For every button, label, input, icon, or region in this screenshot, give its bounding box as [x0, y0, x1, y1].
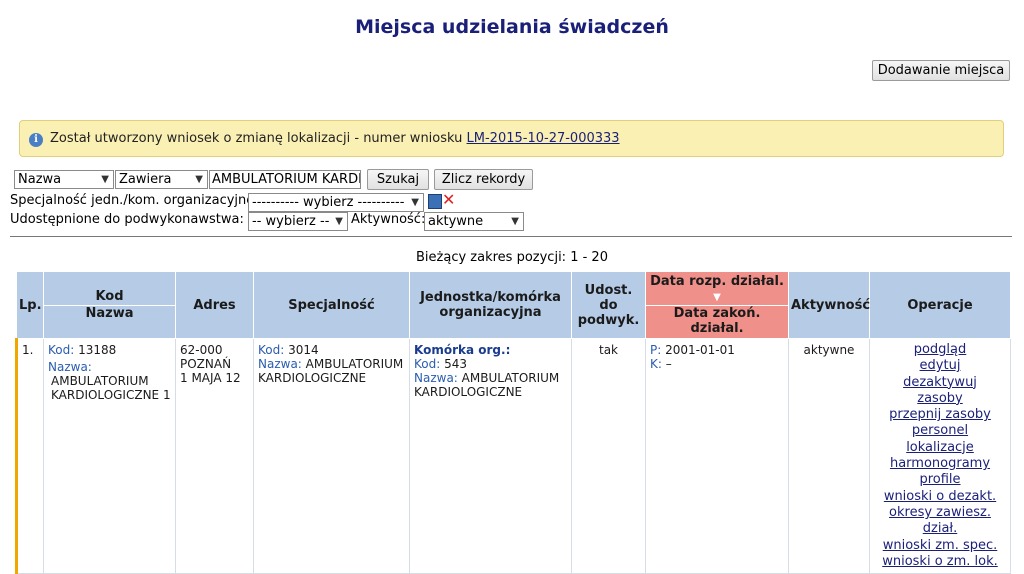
subcontract-select-value: -- wybierz -- [252, 214, 330, 229]
activity-label: Aktywność: [351, 212, 426, 227]
header-operacje: Operacje [869, 271, 1011, 339]
cell-udost: tak [571, 337, 646, 574]
op-wnioski-zm-lok-link[interactable]: wnioski o zm. lok. [872, 554, 1008, 570]
range-info: Bieżący zakres pozycji: 1 - 20 [416, 250, 608, 265]
sort-down-icon: ▼ [713, 292, 721, 303]
header-udost[interactable]: Udost. do podwyk. [571, 271, 646, 339]
table-row: 1. Kod: 13188 Nazwa: AMBULATORIUM KARDIO… [15, 337, 1011, 574]
chevron-down-icon: ▼ [195, 174, 203, 185]
header-lp: Lp. [16, 271, 44, 339]
divider [10, 236, 1012, 237]
subcontract-label: Udostępnione do podwykonawstwa: [10, 212, 244, 227]
header-nazwa: Nazwa [44, 305, 175, 321]
specialty-label: Specjalność jedn./kom. organizacyjnej: [10, 193, 263, 208]
chevron-down-icon: ▼ [101, 174, 109, 185]
cell-specjalnosc: Kod: 3014 Nazwa: AMBULATORIUM KARDIOLOGI… [253, 337, 410, 574]
cell-operacje: podgląd edytuj dezaktywuj zasoby przepni… [869, 337, 1011, 574]
cell-adres: 62-000 POZNAŃ 1 MAJA 12 [175, 337, 254, 574]
op-lokalizacje-link[interactable]: lokalizacje [872, 440, 1008, 456]
header-specjalnosc[interactable]: Specjalność [253, 271, 410, 339]
notice-message: Został utworzony wniosek o zmianę lokali… [50, 131, 620, 146]
field-select[interactable]: Nazwa ▼ [14, 170, 114, 189]
place-code: 13188 [78, 343, 117, 357]
header-data-rozp[interactable]: Data rozp. działal. ▼ [648, 274, 786, 304]
field-select-value: Nazwa [18, 172, 62, 187]
chevron-down-icon: ▼ [511, 216, 519, 227]
notice-banner: i Został utworzony wniosek o zmianę loka… [19, 120, 1004, 157]
header-aktywnosc[interactable]: Aktywność [788, 271, 870, 339]
cell-dates: P: 2001-01-01 K: – [645, 337, 789, 574]
op-podglad-link[interactable]: podgląd [872, 342, 1008, 358]
op-dezaktywuj-link[interactable]: dezaktywuj [872, 375, 1008, 391]
list-icon[interactable] [428, 194, 442, 209]
op-profile-link[interactable]: profile [872, 472, 1008, 488]
header-kod-nazwa[interactable]: Kod Nazwa [43, 271, 176, 339]
operator-select-value: Zawiera [119, 172, 172, 187]
header-data-zak[interactable]: Data zakoń. działal. [646, 305, 788, 336]
op-przepnij-zasoby-link[interactable]: przepnij zasoby [872, 407, 1008, 423]
places-table: Lp. Kod Nazwa Adres Specjalność Jednostk… [15, 271, 1011, 574]
search-button[interactable]: Szukaj [367, 169, 429, 190]
notice-text: Został utworzony wniosek o zmianę lokali… [50, 131, 463, 146]
chevron-down-icon: ▼ [411, 197, 419, 208]
add-place-button[interactable]: Dodawanie miejsca [872, 60, 1010, 81]
activity-select[interactable]: aktywne ▼ [424, 212, 524, 231]
op-edytuj-link[interactable]: edytuj [872, 358, 1008, 374]
op-wnioski-zm-spec-link[interactable]: wnioski zm. spec. [872, 538, 1008, 554]
header-jednostka[interactable]: Jednostka/komórka organizacyjna [409, 271, 572, 339]
op-wnioski-dezakt-link[interactable]: wnioski o dezakt. [872, 489, 1008, 505]
request-number-link[interactable]: LM-2015-10-27-000333 [467, 131, 620, 146]
specialty-select-value: ---------- wybierz ---------- [252, 195, 405, 210]
chevron-down-icon: ▼ [335, 216, 343, 227]
header-kod: Kod [95, 289, 124, 304]
search-input[interactable]: AMBULATORIUM KARDIOL [209, 170, 361, 189]
op-okresy-zawiesz-link[interactable]: okresy zawiesz. dział. [872, 505, 1008, 538]
cell-kod-nazwa: Kod: 13188 Nazwa: AMBULATORIUM KARDIOLOG… [43, 337, 176, 574]
table-header-row: Lp. Kod Nazwa Adres Specjalność Jednostk… [16, 271, 1011, 339]
subcontract-select[interactable]: -- wybierz -- ▼ [248, 212, 348, 231]
op-personel-link[interactable]: personel [872, 423, 1008, 439]
page-title: Miejsca udzielania świadczeń [355, 16, 669, 38]
op-harmonogramy-link[interactable]: harmonogramy [872, 456, 1008, 472]
info-icon: i [29, 133, 43, 147]
specialty-select[interactable]: ---------- wybierz ---------- ▼ [248, 193, 424, 212]
cell-lp: 1. [15, 337, 44, 574]
op-zasoby-link[interactable]: zasoby [872, 391, 1008, 407]
header-dates[interactable]: Data rozp. działal. ▼ Data zakoń. działa… [645, 271, 789, 339]
clear-icon[interactable]: ✕ [442, 190, 455, 209]
place-name: AMBULATORIUM KARDIOLOGICZNE 1 [51, 374, 171, 402]
cell-aktywnosc: aktywne [788, 337, 870, 574]
operator-select[interactable]: Zawiera ▼ [115, 170, 208, 189]
activity-select-value: aktywne [428, 214, 484, 229]
cell-jednostka: Komórka org.: Kod: 543 Nazwa: AMBULATORI… [409, 337, 572, 574]
header-adres[interactable]: Adres [175, 271, 254, 339]
count-records-button[interactable]: Zlicz rekordy [434, 169, 533, 190]
